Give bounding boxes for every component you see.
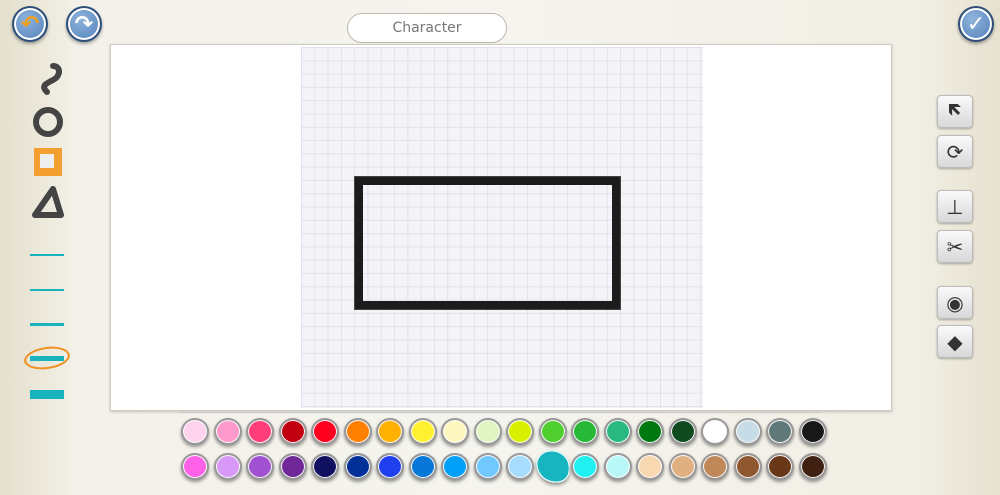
color-swatch-selected[interactable]	[535, 450, 570, 483]
color-swatch[interactable]	[473, 418, 502, 445]
selection-circle-icon	[22, 343, 72, 373]
color-swatch[interactable]	[701, 418, 729, 445]
palette-divider	[180, 412, 820, 413]
color-swatch[interactable]	[766, 418, 794, 445]
color-swatch[interactable]	[181, 453, 209, 480]
scissors-button[interactable]: ✂	[937, 230, 973, 263]
color-swatch[interactable]	[668, 453, 697, 480]
color-swatch[interactable]	[733, 453, 762, 480]
color-swatch[interactable]	[246, 418, 274, 445]
title-field[interactable]: Character	[347, 13, 507, 43]
color-swatch[interactable]	[246, 453, 274, 480]
color-swatch[interactable]	[441, 418, 469, 445]
color-swatch[interactable]	[603, 418, 632, 445]
line-width-2[interactable]	[30, 289, 64, 291]
color-swatch[interactable]	[376, 418, 404, 445]
redo-button[interactable]: ↷	[66, 6, 102, 42]
circle-tool[interactable]	[28, 105, 68, 139]
color-swatch[interactable]	[506, 418, 534, 445]
color-swatch[interactable]	[701, 453, 729, 480]
line-width-5[interactable]	[30, 390, 64, 399]
confirm-button[interactable]: ✓	[958, 6, 994, 42]
color-swatch[interactable]	[376, 453, 404, 480]
color-swatch[interactable]	[343, 453, 372, 480]
color-swatch[interactable]	[311, 418, 339, 445]
color-swatch[interactable]	[213, 453, 242, 480]
color-swatch[interactable]	[343, 418, 372, 445]
color-swatch[interactable]	[798, 453, 827, 480]
color-swatch[interactable]	[278, 418, 307, 445]
select-arrow-button[interactable]: 🡼	[937, 95, 973, 128]
rectangle-tool[interactable]	[28, 145, 68, 179]
line-width-3[interactable]	[30, 323, 64, 326]
drawn-rectangle[interactable]	[354, 176, 621, 310]
color-swatch[interactable]	[798, 418, 827, 445]
color-swatch[interactable]	[571, 453, 599, 480]
stamp-button[interactable]: ⊥	[937, 190, 973, 223]
color-swatch[interactable]	[603, 453, 632, 480]
color-swatch[interactable]	[408, 418, 437, 445]
freehand-tool[interactable]	[28, 62, 68, 96]
paint-bucket-button[interactable]: ◆	[937, 325, 973, 358]
color-swatch[interactable]	[473, 453, 502, 480]
camera-button[interactable]: ◉	[937, 286, 973, 319]
line-width-1[interactable]	[30, 254, 64, 256]
color-swatch[interactable]	[278, 453, 307, 480]
color-swatch[interactable]	[636, 418, 664, 445]
triangle-tool[interactable]	[28, 185, 68, 219]
rotate-button[interactable]: ⟳	[937, 135, 973, 168]
color-swatch[interactable]	[408, 453, 437, 480]
color-swatch[interactable]	[311, 453, 339, 480]
color-swatch[interactable]	[571, 418, 599, 445]
color-swatch[interactable]	[181, 418, 209, 445]
color-swatch[interactable]	[213, 418, 242, 445]
color-swatch[interactable]	[636, 453, 664, 480]
drawing-canvas[interactable]	[110, 44, 892, 411]
color-swatch[interactable]	[441, 453, 469, 480]
color-swatch[interactable]	[766, 453, 794, 480]
color-swatch[interactable]	[733, 418, 762, 445]
undo-button[interactable]: ↶	[12, 6, 48, 42]
color-swatch[interactable]	[538, 418, 567, 445]
color-swatch[interactable]	[506, 453, 534, 480]
color-swatch[interactable]	[668, 418, 697, 445]
